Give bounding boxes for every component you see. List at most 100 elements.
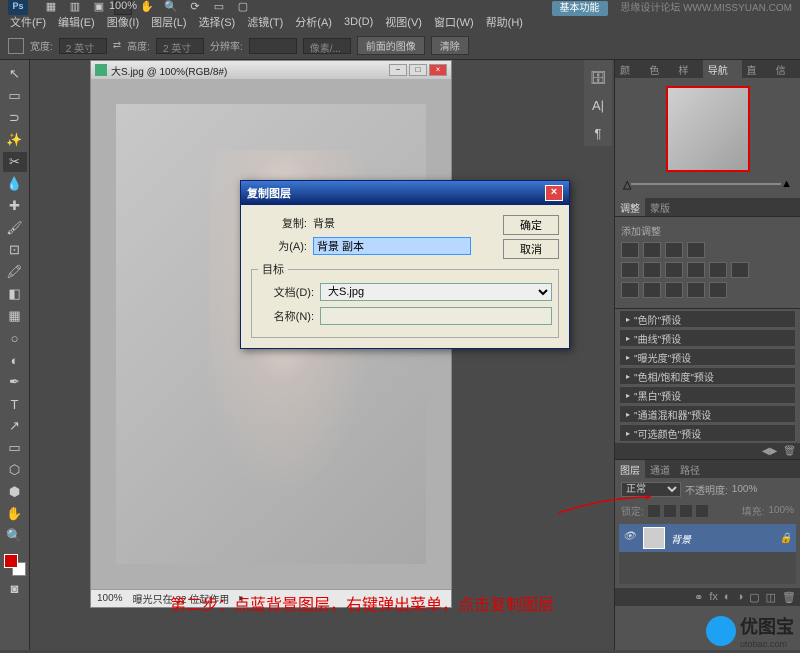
crop-tool-icon[interactable]: ✂ — [3, 152, 27, 172]
res-field[interactable] — [249, 38, 297, 54]
tab-layers[interactable]: 图层 — [615, 460, 645, 478]
front-image-button[interactable]: 前面的图像 — [357, 36, 425, 55]
menu-analysis[interactable]: 分析(A) — [291, 12, 336, 32]
color-swatch[interactable] — [4, 554, 26, 576]
adjustment-layer-icon[interactable]: ◑ — [737, 591, 744, 603]
lasso-tool-icon[interactable]: ⊃ — [3, 108, 27, 128]
shape-tool-icon[interactable]: ▭ — [3, 438, 27, 458]
invert-adj-icon[interactable] — [621, 282, 639, 298]
navigator-thumbnail[interactable] — [666, 86, 750, 172]
exposure-adj-icon[interactable] — [687, 242, 705, 258]
menu-image[interactable]: 图像(I) — [103, 12, 143, 32]
menu-filter[interactable]: 滤镜(T) — [243, 12, 287, 32]
tab-histogram[interactable]: 直方 — [742, 60, 771, 78]
history-panel-icon[interactable]: 🗄 — [588, 70, 608, 90]
blur-tool-icon[interactable]: ○ — [3, 328, 27, 348]
tab-navigator[interactable]: 导航器 — [703, 60, 742, 78]
fg-color[interactable] — [4, 554, 18, 568]
wand-tool-icon[interactable]: ✨ — [3, 130, 27, 150]
preset-huesat[interactable]: "色相/饱和度"预设 — [619, 367, 796, 385]
pen-tool-icon[interactable]: ✒ — [3, 372, 27, 392]
cancel-button[interactable]: 取消 — [503, 239, 559, 259]
bw-adj-icon[interactable] — [687, 262, 705, 278]
preset-bw[interactable]: "黑白"预设 — [619, 386, 796, 404]
menu-view[interactable]: 视图(V) — [381, 12, 426, 32]
ok-button[interactable]: 确定 — [503, 215, 559, 235]
tab-adjustments[interactable]: 调整 — [615, 198, 645, 216]
tab-masks[interactable]: 蒙版 — [645, 198, 675, 216]
opacity-value[interactable]: 100% — [732, 484, 758, 495]
name-input[interactable] — [320, 307, 552, 325]
gradientmap-adj-icon[interactable] — [687, 282, 705, 298]
lock-pixels-icon[interactable] — [664, 505, 676, 517]
eraser-tool-icon[interactable]: ◧ — [3, 284, 27, 304]
link-layers-icon[interactable]: ⚭ — [694, 591, 703, 604]
channelmixer-adj-icon[interactable] — [731, 262, 749, 278]
paragraph-panel-icon[interactable]: ¶ — [588, 126, 608, 146]
brush-tool-icon[interactable]: 🖌 — [3, 218, 27, 238]
marquee-tool-icon[interactable]: ▭ — [3, 86, 27, 106]
menu-layer[interactable]: 图层(L) — [147, 12, 190, 32]
lock-all-icon[interactable] — [696, 505, 708, 517]
tab-channels[interactable]: 通道 — [645, 460, 675, 478]
layer-row[interactable]: 👁 背景 🔒 — [619, 524, 796, 552]
curves-adj-icon[interactable] — [665, 242, 683, 258]
preset-levels[interactable]: "色阶"预设 — [619, 310, 796, 328]
swap-icon[interactable]: ⇄ — [113, 40, 121, 51]
photofilter-adj-icon[interactable] — [709, 262, 727, 278]
workspace-button[interactable]: 基本功能 — [552, 1, 608, 16]
path-tool-icon[interactable]: ↗ — [3, 416, 27, 436]
menu-edit[interactable]: 编辑(E) — [54, 12, 99, 32]
type-tool-icon[interactable]: T — [3, 394, 27, 414]
dialog-close-icon[interactable]: × — [545, 185, 563, 201]
height-field[interactable]: 2 英寸 — [156, 38, 204, 54]
preset-curves[interactable]: "曲线"预设 — [619, 329, 796, 347]
crop-tool-icon[interactable] — [8, 38, 24, 54]
preset-trash-icon[interactable]: 🗑 — [783, 446, 796, 457]
menu-window[interactable]: 窗口(W) — [430, 12, 478, 32]
tab-styles[interactable]: 样式 — [673, 60, 702, 78]
hue-adj-icon[interactable] — [643, 262, 661, 278]
hand-tool-icon[interactable]: ✋ — [3, 504, 27, 524]
stamp-tool-icon[interactable]: ⊡ — [3, 240, 27, 260]
menu-3d[interactable]: 3D(D) — [340, 14, 377, 30]
character-panel-icon[interactable]: A| — [588, 98, 608, 118]
vibrance-adj-icon[interactable] — [621, 262, 639, 278]
layer-name[interactable]: 背景 — [671, 531, 691, 546]
history-brush-icon[interactable]: 🖍 — [3, 262, 27, 282]
tab-paths[interactable]: 路径 — [675, 460, 705, 478]
menu-select[interactable]: 选择(S) — [195, 12, 240, 32]
close-icon[interactable]: × — [429, 64, 447, 76]
lock-pos-icon[interactable] — [680, 505, 692, 517]
tab-color[interactable]: 颜色 — [615, 60, 644, 78]
colorbalance-adj-icon[interactable] — [665, 262, 683, 278]
doc-select[interactable]: 大S.jpg — [320, 283, 552, 301]
menu-help[interactable]: 帮助(H) — [482, 12, 527, 32]
doc-zoom[interactable]: 100% — [97, 593, 123, 604]
dialog-titlebar[interactable]: 复制图层 × — [241, 181, 569, 205]
width-field[interactable]: 2 英寸 — [59, 38, 107, 54]
tab-swatches[interactable]: 色板 — [644, 60, 673, 78]
group-icon[interactable]: ▢ — [749, 591, 759, 604]
zoom-in-icon[interactable]: ▲ — [781, 178, 792, 190]
menu-file[interactable]: 文件(F) — [6, 12, 50, 32]
gradient-tool-icon[interactable]: ▦ — [3, 306, 27, 326]
navigator-zoom-slider[interactable]: △ ▲ — [623, 178, 792, 190]
preset-channelmixer[interactable]: "通道混和器"预设 — [619, 405, 796, 423]
maximize-icon[interactable]: □ — [409, 64, 427, 76]
zoom-tool-icon[interactable]: 🔍 — [3, 526, 27, 546]
delete-layer-icon[interactable]: 🗑 — [782, 591, 796, 604]
document-titlebar[interactable]: 大S.jpg @ 100%(RGB/8#) − □ × — [91, 61, 451, 79]
threshold-adj-icon[interactable] — [665, 282, 683, 298]
3d-camera-icon[interactable]: ⬢ — [3, 482, 27, 502]
fx-icon[interactable]: fx — [709, 591, 718, 603]
brightness-adj-icon[interactable] — [621, 242, 639, 258]
clear-button[interactable]: 清除 — [431, 36, 469, 55]
dodge-tool-icon[interactable]: ◐ — [3, 350, 27, 370]
preset-expand-icon[interactable]: ◀▶ — [762, 446, 777, 457]
preset-selective[interactable]: "可选颜色"预设 — [619, 424, 796, 442]
selective-adj-icon[interactable] — [709, 282, 727, 298]
quickmask-icon[interactable]: ◙ — [3, 578, 27, 598]
preset-exposure[interactable]: "曝光度"预设 — [619, 348, 796, 366]
move-tool-icon[interactable]: ↖ — [3, 64, 27, 84]
